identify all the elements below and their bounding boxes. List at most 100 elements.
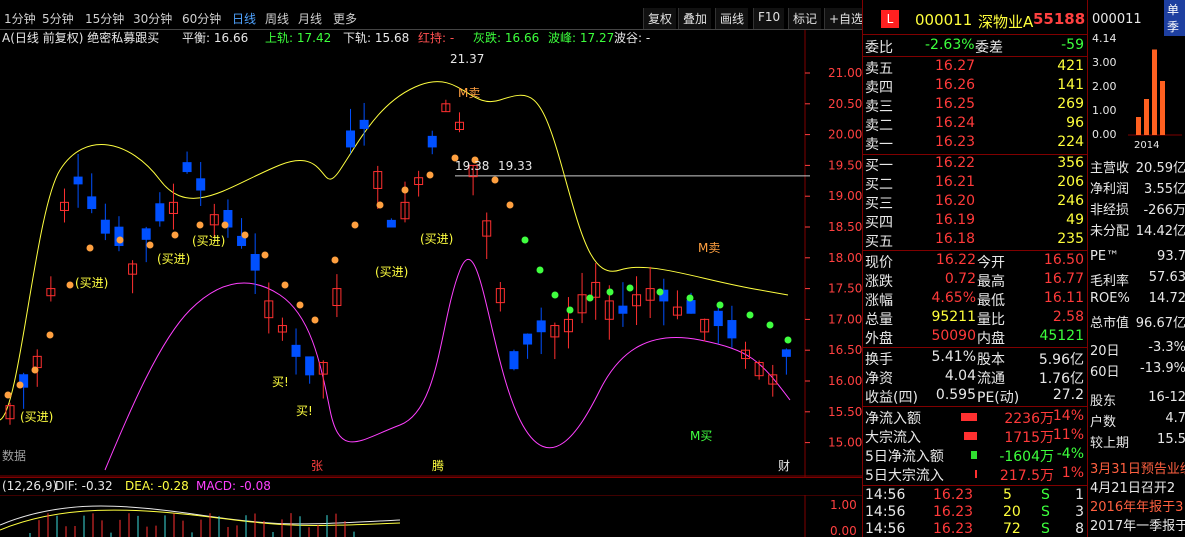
toolbar-button-5[interactable]: +自选 — [824, 8, 868, 29]
finance-value: 15.5 — [1157, 432, 1185, 447]
stat-row: 收益(四) 0.595 PE(动) 27.2 — [863, 387, 1088, 406]
marker-zhang: 张 — [311, 459, 323, 473]
far-code: 000011 — [1092, 12, 1142, 27]
stock-name: 深物业A — [978, 13, 1034, 31]
period-tab-8[interactable]: 更多 — [333, 10, 357, 27]
quote-row: 涨幅 4.65% 最低 16.11 — [863, 290, 1088, 309]
profit-bar-chart: 4.14 3.00 2.00 1.00 0.00 2014 — [1092, 32, 1182, 150]
finance-row: 净利润 3.55亿 — [1090, 178, 1185, 197]
quote-label: 量比 — [977, 312, 1005, 328]
quote-label: 涨跌 — [865, 274, 893, 290]
finance-row: 股东 16-12 — [1090, 390, 1185, 409]
indicator-dot — [146, 241, 154, 249]
finance-value: 57.63 — [1148, 270, 1185, 285]
ask-price: 16.23 — [935, 134, 976, 150]
ask-row: 卖二 16.24 96 — [863, 115, 1088, 134]
quote-row: 现价 16.22 今开 16.50 — [863, 252, 1088, 271]
price-axis-label: 17.50 — [828, 282, 862, 296]
period-tab-0[interactable]: 1分钟 — [4, 10, 36, 27]
finance-value: -3.3% — [1148, 340, 1185, 355]
toolbar-button-1[interactable]: 叠加 — [678, 8, 712, 29]
bid-label: 买一 — [865, 158, 893, 174]
period-tab-6[interactable]: 周线 — [265, 10, 289, 27]
finance-row: PE™ 93.7 — [1090, 249, 1185, 267]
far-axis-label: 4.14 — [1092, 32, 1117, 45]
tick-price: 16.23 — [933, 504, 974, 520]
finance-label: 未分配 — [1090, 224, 1130, 239]
buy-signal-label: (买进) — [157, 252, 190, 266]
quote-value: 45121 — [1039, 328, 1084, 344]
buy-signal-label: (买进) — [375, 265, 408, 279]
finance-label: 非经损 — [1090, 203, 1130, 218]
indicator-dot — [491, 176, 499, 184]
period-tab-3[interactable]: 30分钟 — [133, 10, 172, 27]
stat-value: 0.595 — [935, 387, 976, 403]
toolbar-button-2[interactable]: 画线 — [715, 8, 749, 29]
period-tab-4[interactable]: 60分钟 — [182, 10, 221, 27]
macd-dif: DIF: -0.32 — [55, 479, 113, 493]
candle-body — [305, 356, 315, 376]
stat-value: 1.76亿 — [1038, 371, 1084, 387]
toolbar-button-0[interactable]: 复权 — [643, 8, 677, 29]
period-tab-7[interactable]: 月线 — [298, 10, 322, 27]
finance-label: ROE% — [1090, 291, 1130, 306]
price-axis-label: 20.00 — [828, 128, 862, 142]
quote-value: 16.22 — [935, 252, 976, 268]
candle-body — [346, 130, 356, 148]
finance-label: 毛利率 — [1090, 274, 1130, 289]
kline-chart[interactable]: 21.3719.38 19.33(买进)(买进)(买进)(买进)(买进)(买进)买… — [0, 30, 862, 477]
indicator-dot — [296, 301, 304, 309]
toolbar-button-4[interactable]: 标记 — [788, 8, 822, 29]
cross-price-label-2: 19.33 — [498, 159, 532, 173]
flow-label: 净流入额 — [865, 411, 921, 427]
tick-count: 8 — [1075, 521, 1084, 537]
bid-volume: 246 — [1057, 193, 1084, 209]
news-item[interactable]: 2016年年报于3 — [1090, 496, 1183, 515]
buy-short-label: 买! — [296, 404, 313, 418]
watermark-logo: 55188 — [1033, 10, 1086, 28]
bid-price: 16.20 — [935, 193, 976, 209]
stat-label: 净资 — [865, 371, 893, 387]
finance-value: 16-12 — [1148, 390, 1185, 405]
candle-body — [523, 333, 533, 345]
ask-label: 卖二 — [865, 118, 893, 134]
macd-chart[interactable]: 1.00 0.00 — [0, 495, 862, 537]
news-item[interactable]: 4月21日召开2 — [1090, 477, 1175, 496]
news-item[interactable]: 3月31日预告业绩 — [1090, 458, 1185, 477]
period-tab-5[interactable]: 日线 — [232, 10, 256, 27]
weibi-label: 委比 — [865, 40, 893, 56]
toolbar-button-3[interactable]: F10 — [753, 8, 785, 29]
stat-label: 股本 — [977, 352, 1005, 368]
ask-row: 卖四 16.26 141 — [863, 77, 1088, 96]
stock-badge: L — [881, 10, 899, 28]
weicha-value: -59 — [1061, 37, 1084, 53]
indicator-dot — [401, 186, 409, 194]
finance-value: 20.59亿 — [1135, 161, 1185, 176]
tick-time: 14:56 — [865, 487, 906, 503]
bid-price: 16.22 — [935, 155, 976, 171]
indicator-dot — [281, 281, 289, 289]
indicator-dot — [46, 331, 54, 339]
candle-body — [250, 254, 260, 271]
quote-row: 涨跌 0.72 最高 16.77 — [863, 271, 1088, 290]
candle-body — [359, 119, 369, 129]
tick-time: 14:56 — [865, 504, 906, 520]
candle-body — [536, 320, 546, 333]
news-item[interactable]: 2017年一季报于 — [1090, 515, 1185, 534]
buy-short-label: 买! — [272, 375, 289, 389]
indicator-dot — [426, 171, 434, 179]
bid-volume: 356 — [1057, 155, 1084, 171]
quote-value: 0.72 — [944, 271, 976, 287]
period-tab-2[interactable]: 15分钟 — [85, 10, 124, 27]
indicator-dot — [86, 244, 94, 252]
price-axis-label: 16.50 — [828, 343, 862, 357]
header-indicator-0: 平衡: 16.66 — [182, 31, 248, 45]
finance-value: 3.55亿 — [1144, 182, 1185, 197]
finance-label: 60日 — [1090, 365, 1120, 380]
period-tab-1[interactable]: 5分钟 — [42, 10, 74, 27]
flow-value: 1715万 — [1004, 430, 1054, 446]
bid-price: 16.19 — [935, 212, 976, 228]
header-indicator-6: 波谷: - — [614, 31, 650, 45]
ask-price: 16.26 — [935, 77, 976, 93]
ask-volume: 96 — [1066, 115, 1084, 131]
